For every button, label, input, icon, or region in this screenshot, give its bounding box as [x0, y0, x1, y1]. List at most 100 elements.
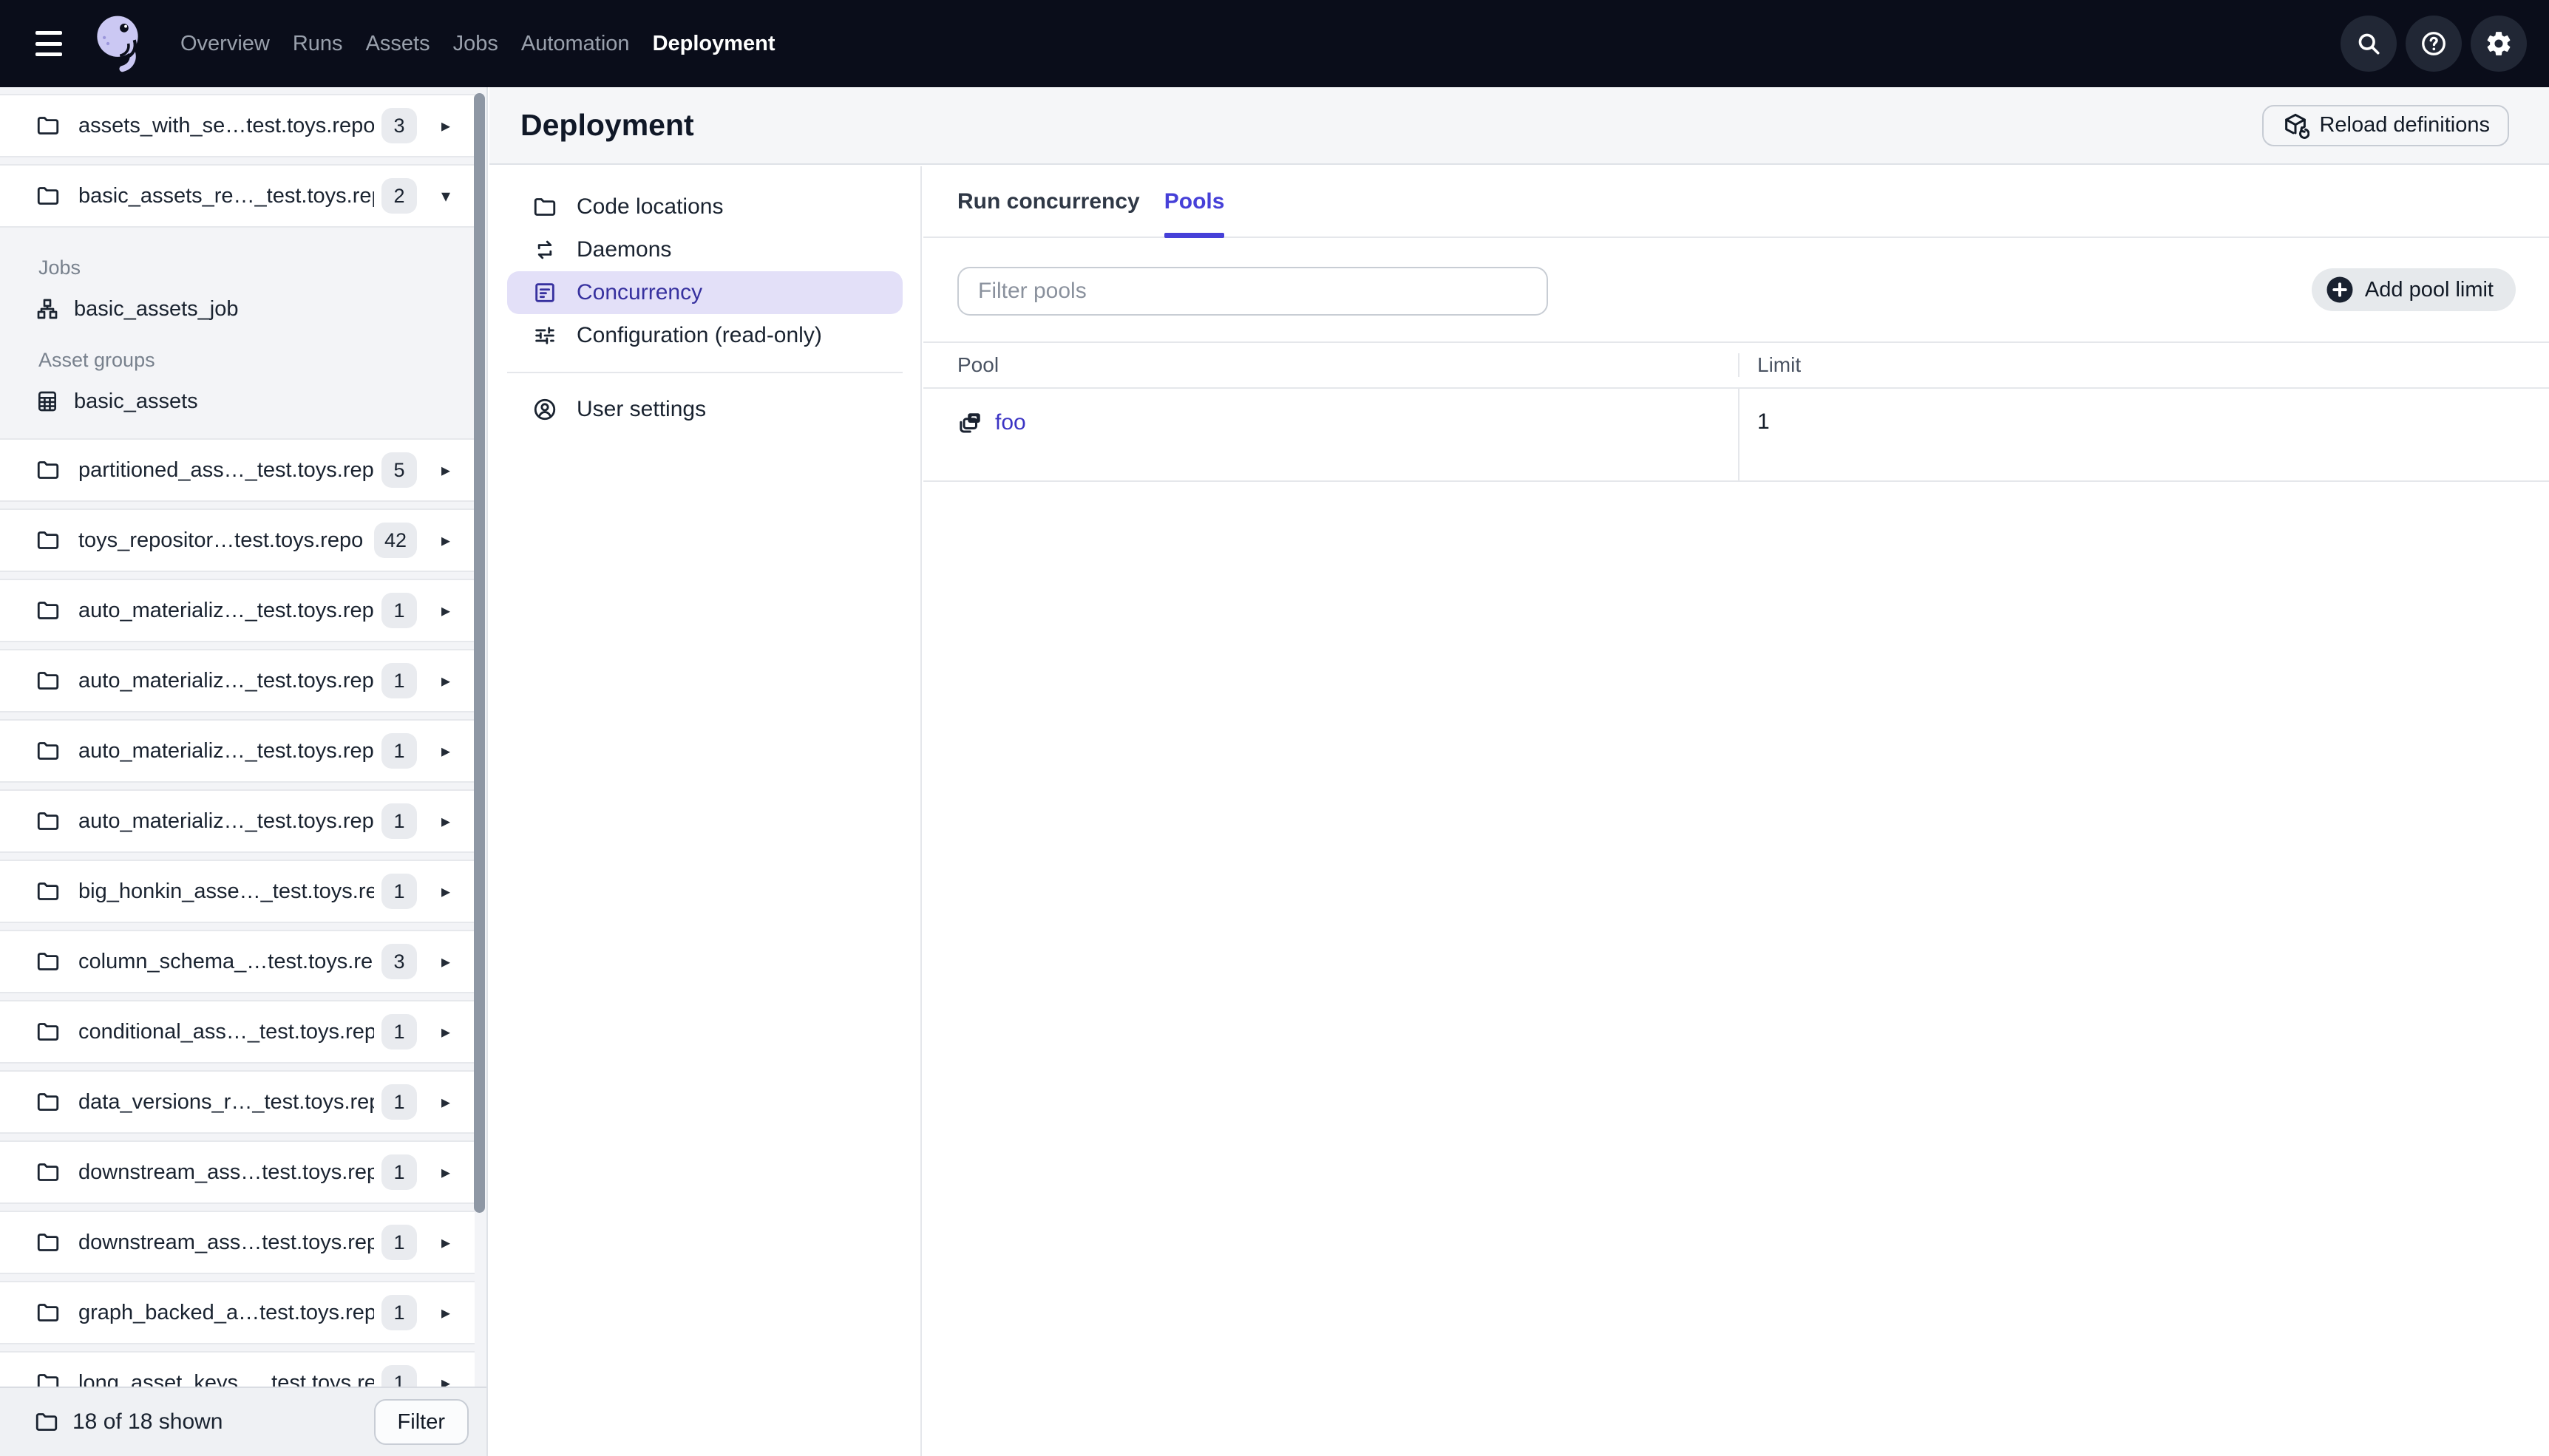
page-title: Deployment — [520, 108, 694, 142]
code-location-row[interactable]: assets_with_se…test.toys.repo 3 ▸ — [0, 94, 475, 157]
folder-icon — [37, 1023, 59, 1041]
folder-icon — [37, 1093, 59, 1111]
nav-deployment[interactable]: Deployment — [653, 32, 775, 56]
code-location-row[interactable]: auto_materializ…_test.toys.repo 1 ▸ — [0, 579, 475, 642]
code-location-row[interactable]: auto_materializ…_test.toys.repo 1 ▸ — [0, 789, 475, 853]
subnav-label: Configuration (read-only) — [577, 323, 822, 347]
code-location-row[interactable]: basic_assets_re…_test.toys.rep 2 ▾ — [0, 164, 475, 228]
pool-link-foo[interactable]: foo — [957, 409, 1026, 436]
code-location-row[interactable]: conditional_ass…_test.toys.repo 1 ▸ — [0, 1000, 475, 1064]
chevron-icon[interactable]: ▸ — [417, 951, 475, 973]
code-location-row[interactable]: big_honkin_asse…_test.toys.rep 1 ▸ — [0, 860, 475, 923]
code-location-row[interactable]: partitioned_ass…_test.toys.rep 5 ▸ — [0, 438, 475, 502]
page-header: Deployment Reload definitions — [489, 87, 2549, 165]
folder-icon — [37, 953, 59, 970]
chevron-icon[interactable]: ▸ — [417, 670, 475, 692]
code-location-label: data_versions_r…_test.toys.rep — [78, 1089, 374, 1114]
code-location-row[interactable]: auto_materializ…_test.toys.repo 1 ▸ — [0, 649, 475, 712]
code-location-row[interactable]: downstream_ass…test.toys.rep 1 ▸ — [0, 1211, 475, 1274]
pool-icon — [960, 413, 980, 433]
sidebar-scrollbar[interactable] — [474, 93, 485, 1213]
settings-button[interactable] — [2471, 16, 2527, 72]
chevron-icon[interactable]: ▸ — [417, 881, 475, 902]
subnav-item-daemons[interactable]: Daemons — [507, 228, 903, 271]
folder-icon — [37, 1234, 59, 1251]
dagster-logo-icon[interactable] — [89, 11, 146, 76]
tab-run-concurrency[interactable]: Run concurrency — [957, 166, 1140, 237]
subnav-item-concurrency[interactable]: Concurrency — [507, 271, 903, 314]
tab-pools[interactable]: Pools — [1164, 166, 1224, 238]
chevron-icon[interactable]: ▸ — [417, 1162, 475, 1183]
code-location-row[interactable]: auto_materializ…_test.toys.repo 1 ▸ — [0, 719, 475, 783]
chevron-icon[interactable]: ▸ — [417, 741, 475, 762]
chevron-icon[interactable]: ▸ — [417, 600, 475, 622]
sidebar-filter-button[interactable]: Filter — [373, 1399, 469, 1445]
subnav-item-configuration[interactable]: Configuration (read-only) — [507, 314, 903, 357]
asset-group-name: basic_assets — [74, 389, 198, 413]
jobs-section-label: Jobs — [38, 256, 81, 279]
subnav-label: Daemons — [577, 237, 672, 262]
sidebar-item-asset-group[interactable]: basic_assets — [35, 382, 486, 421]
subnav-item-user-settings[interactable]: User settings — [507, 388, 903, 431]
nav-jobs[interactable]: Jobs — [453, 32, 498, 56]
folder-icon — [37, 531, 59, 549]
job-icon — [37, 299, 58, 319]
folder-icon — [37, 742, 59, 760]
chevron-icon[interactable]: ▸ — [417, 1092, 475, 1113]
code-location-sidebar: assets_with_se…test.toys.repo 3 ▸ basic_… — [0, 87, 488, 1456]
filter-pools-input[interactable] — [957, 267, 1548, 316]
folder-icon — [35, 1413, 58, 1431]
nav-automation[interactable]: Automation — [521, 32, 630, 56]
count-badge: 1 — [381, 803, 417, 839]
code-location-row[interactable]: downstream_ass…test.toys.rep 1 ▸ — [0, 1140, 475, 1204]
subnav-divider — [507, 372, 903, 373]
nav-assets[interactable]: Assets — [366, 32, 430, 56]
reload-definitions-button[interactable]: Reload definitions — [2262, 104, 2509, 146]
nav-runs[interactable]: Runs — [293, 32, 343, 56]
code-location-list: assets_with_se…test.toys.repo 3 ▸ basic_… — [0, 87, 486, 1415]
folder-icon — [37, 1304, 59, 1321]
count-badge: 1 — [381, 593, 417, 628]
code-location-label: conditional_ass…_test.toys.repo — [78, 1019, 374, 1044]
concurrency-panel: Run concurrency Pools Add pool limit Poo… — [923, 166, 2549, 1456]
chevron-icon[interactable]: ▸ — [417, 811, 475, 832]
column-header-limit: Limit — [1738, 353, 2549, 377]
chevron-icon[interactable]: ▸ — [417, 530, 475, 551]
chevron-icon[interactable]: ▸ — [417, 115, 475, 137]
search-button[interactable] — [2341, 16, 2397, 72]
reload-cube-icon — [2285, 113, 2310, 139]
code-location-row[interactable]: data_versions_r…_test.toys.rep 1 ▸ — [0, 1070, 475, 1134]
chevron-icon[interactable]: ▾ — [417, 186, 475, 207]
subnav-item-code-locations[interactable]: Code locations — [507, 186, 903, 228]
menu-icon[interactable] — [35, 31, 68, 56]
count-badge: 1 — [381, 1225, 417, 1260]
count-badge: 1 — [381, 663, 417, 698]
help-icon — [2422, 32, 2446, 55]
chevron-icon[interactable]: ▸ — [417, 1302, 475, 1324]
folder-icon — [37, 461, 59, 479]
add-pool-limit-button[interactable]: Add pool limit — [2311, 268, 2516, 311]
user-icon — [534, 398, 556, 421]
code-location-row[interactable]: column_schema_…test.toys.rep 3 ▸ — [0, 930, 475, 993]
count-badge: 3 — [381, 108, 417, 143]
count-badge: 5 — [381, 452, 417, 488]
chevron-icon[interactable]: ▸ — [417, 1232, 475, 1253]
reload-definitions-label: Reload definitions — [2319, 113, 2490, 137]
chevron-icon[interactable]: ▸ — [417, 1021, 475, 1043]
pools-table: Pool Limit foo 1 — [923, 341, 2549, 482]
search-icon — [2358, 33, 2380, 55]
nav-overview[interactable]: Overview — [180, 32, 270, 56]
sidebar-item-job[interactable]: basic_assets_job — [35, 290, 486, 328]
asset-groups-section-label: Asset groups — [38, 349, 155, 371]
code-location-label: assets_with_se…test.toys.repo — [78, 113, 374, 137]
code-location-label: basic_assets_re…_test.toys.rep — [78, 183, 374, 208]
sidebar-footer: 18 of 18 shown Filter — [0, 1387, 486, 1456]
help-button[interactable] — [2406, 16, 2462, 72]
count-badge: 1 — [381, 733, 417, 769]
code-location-row[interactable]: toys_repositor…test.toys.repo 42 ▸ — [0, 508, 475, 572]
pool-limit-value: 1 — [1738, 389, 2549, 480]
expanded-repo-section: Jobs basic_assets_job Asset groups basic… — [0, 234, 486, 438]
code-location-label: graph_backed_a…test.toys.repo — [78, 1300, 374, 1324]
chevron-icon[interactable]: ▸ — [417, 460, 475, 481]
code-location-row[interactable]: graph_backed_a…test.toys.repo 1 ▸ — [0, 1281, 475, 1344]
